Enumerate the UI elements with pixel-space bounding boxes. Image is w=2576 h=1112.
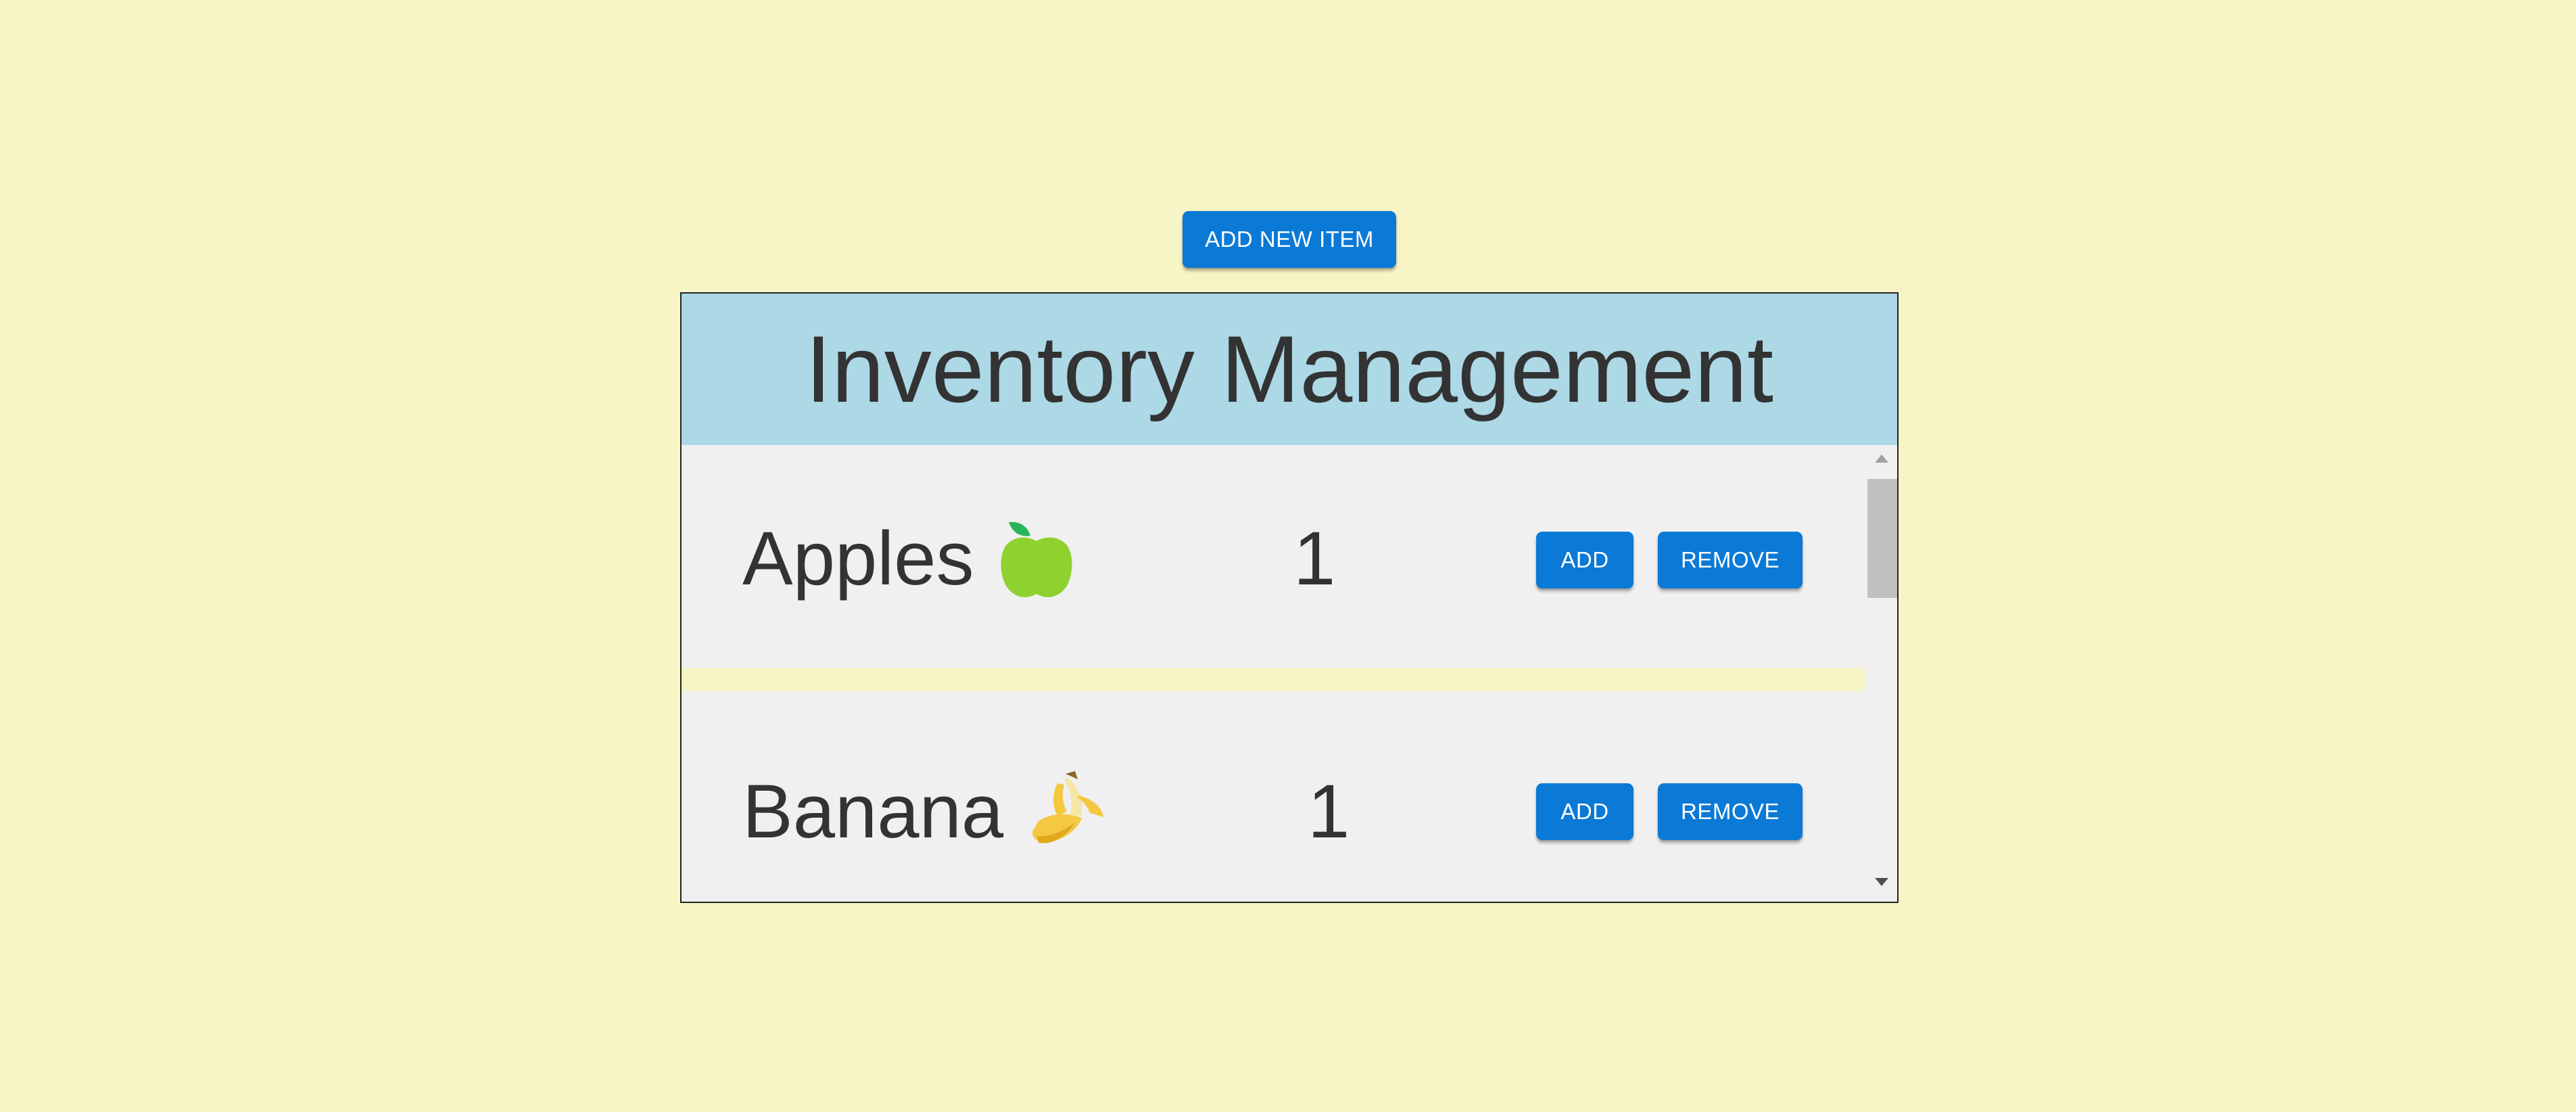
add-button[interactable]: ADD [1536,783,1633,840]
item-name: Banana [742,769,1004,854]
inventory-panel: Inventory Management Apples 1 ADD REMOVE… [680,292,1899,903]
list-item: Banana 1 ADD REMOVE [682,697,1865,902]
remove-button[interactable]: REMOVE [1658,783,1803,840]
list-item: Apples 1 ADD REMOVE [682,445,1865,668]
inventory-list: Apples 1 ADD REMOVE Banana 1 ADD REMOVE [682,445,1865,902]
page-title: Inventory Management [805,316,1773,422]
page: ADD NEW ITEM Inventory Management Apples… [0,0,2576,1112]
banana-icon [1032,771,1103,843]
scroll-down-arrow-icon[interactable] [1875,878,1888,886]
scroll-up-arrow-icon[interactable] [1875,455,1888,463]
remove-button[interactable]: REMOVE [1658,532,1803,588]
add-new-item-button[interactable]: ADD NEW ITEM [1183,211,1396,268]
panel-header: Inventory Management [682,294,1897,445]
vertical-scrollbar[interactable] [1866,445,1897,902]
item-quantity: 1 [1293,516,1336,601]
scrollbar-thumb[interactable] [1867,479,1897,598]
item-name: Apples [742,516,974,601]
add-button[interactable]: ADD [1536,532,1633,588]
item-quantity: 1 [1308,769,1350,854]
green-apple-icon [1001,522,1072,597]
row-separator [682,668,1865,691]
